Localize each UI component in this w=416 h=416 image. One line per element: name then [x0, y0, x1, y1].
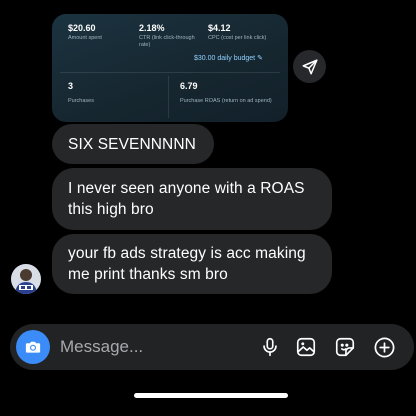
ctr-value: 2.18%: [139, 23, 165, 33]
metric-purchases: 3 Purchases: [68, 81, 158, 105]
message-text: I never seen anyone with a ROAS this hig…: [68, 180, 305, 218]
ad-insights-card[interactable]: $20.60 Amount spent 2.18% CTR (link clic…: [52, 14, 288, 122]
camera-icon: [25, 341, 41, 353]
message-text: SIX SEVENNNNN: [68, 135, 196, 153]
message-text: your fb ads strategy is acc making me pr…: [68, 245, 306, 283]
cpc-label: CPC (cost per link click): [208, 35, 267, 41]
share-button[interactable]: [293, 50, 326, 83]
image-icon: [296, 337, 316, 357]
message-bubble[interactable]: SIX SEVENNNNN: [52, 124, 214, 164]
home-indicator[interactable]: [134, 393, 288, 398]
voice-message-button[interactable]: [258, 335, 282, 359]
ctr-label: CTR (link click-through rate): [139, 35, 195, 48]
roas-label: Purchase ROAS (return on ad spend): [180, 98, 272, 104]
purchases-label: Purchases: [68, 98, 94, 104]
card-divider: [60, 72, 280, 73]
metric-ctr: 2.18% CTR (link click-through rate): [139, 23, 201, 49]
daily-budget-link[interactable]: $30.00 daily budget ✎: [194, 54, 263, 62]
roas-value: 6.79: [180, 81, 198, 91]
camera-button[interactable]: [16, 330, 50, 364]
plus-circle-icon: [374, 337, 394, 357]
sticker-icon: [335, 337, 355, 357]
message-bubble[interactable]: I never seen anyone with a ROAS this hig…: [52, 168, 332, 230]
metric-cpc: $4.12 CPC (cost per link click): [208, 23, 286, 42]
message-bubble[interactable]: your fb ads strategy is acc making me pr…: [52, 234, 332, 294]
send-icon: [302, 59, 317, 74]
cpc-value: $4.12: [208, 23, 231, 33]
amount-spent-value: $20.60: [68, 23, 96, 33]
metric-roas: 6.79 Purchase ROAS (return on ad spend): [180, 81, 276, 105]
amount-spent-label: Amount spent: [68, 35, 102, 41]
avatar-image: [11, 264, 41, 294]
message-composer: Message...: [10, 324, 414, 370]
avatar[interactable]: [11, 264, 41, 294]
gallery-button[interactable]: [294, 335, 318, 359]
card-vertical-divider: [168, 76, 169, 118]
daily-budget-text: $30.00 daily budget: [194, 55, 256, 62]
purchases-value: 3: [68, 81, 74, 91]
add-button[interactable]: [372, 335, 396, 359]
pencil-icon: ✎: [257, 55, 263, 62]
microphone-icon: [263, 337, 277, 357]
sticker-button[interactable]: [333, 335, 357, 359]
metric-amount-spent: $20.60 Amount spent: [68, 23, 138, 42]
message-input[interactable]: Message...: [60, 337, 143, 357]
